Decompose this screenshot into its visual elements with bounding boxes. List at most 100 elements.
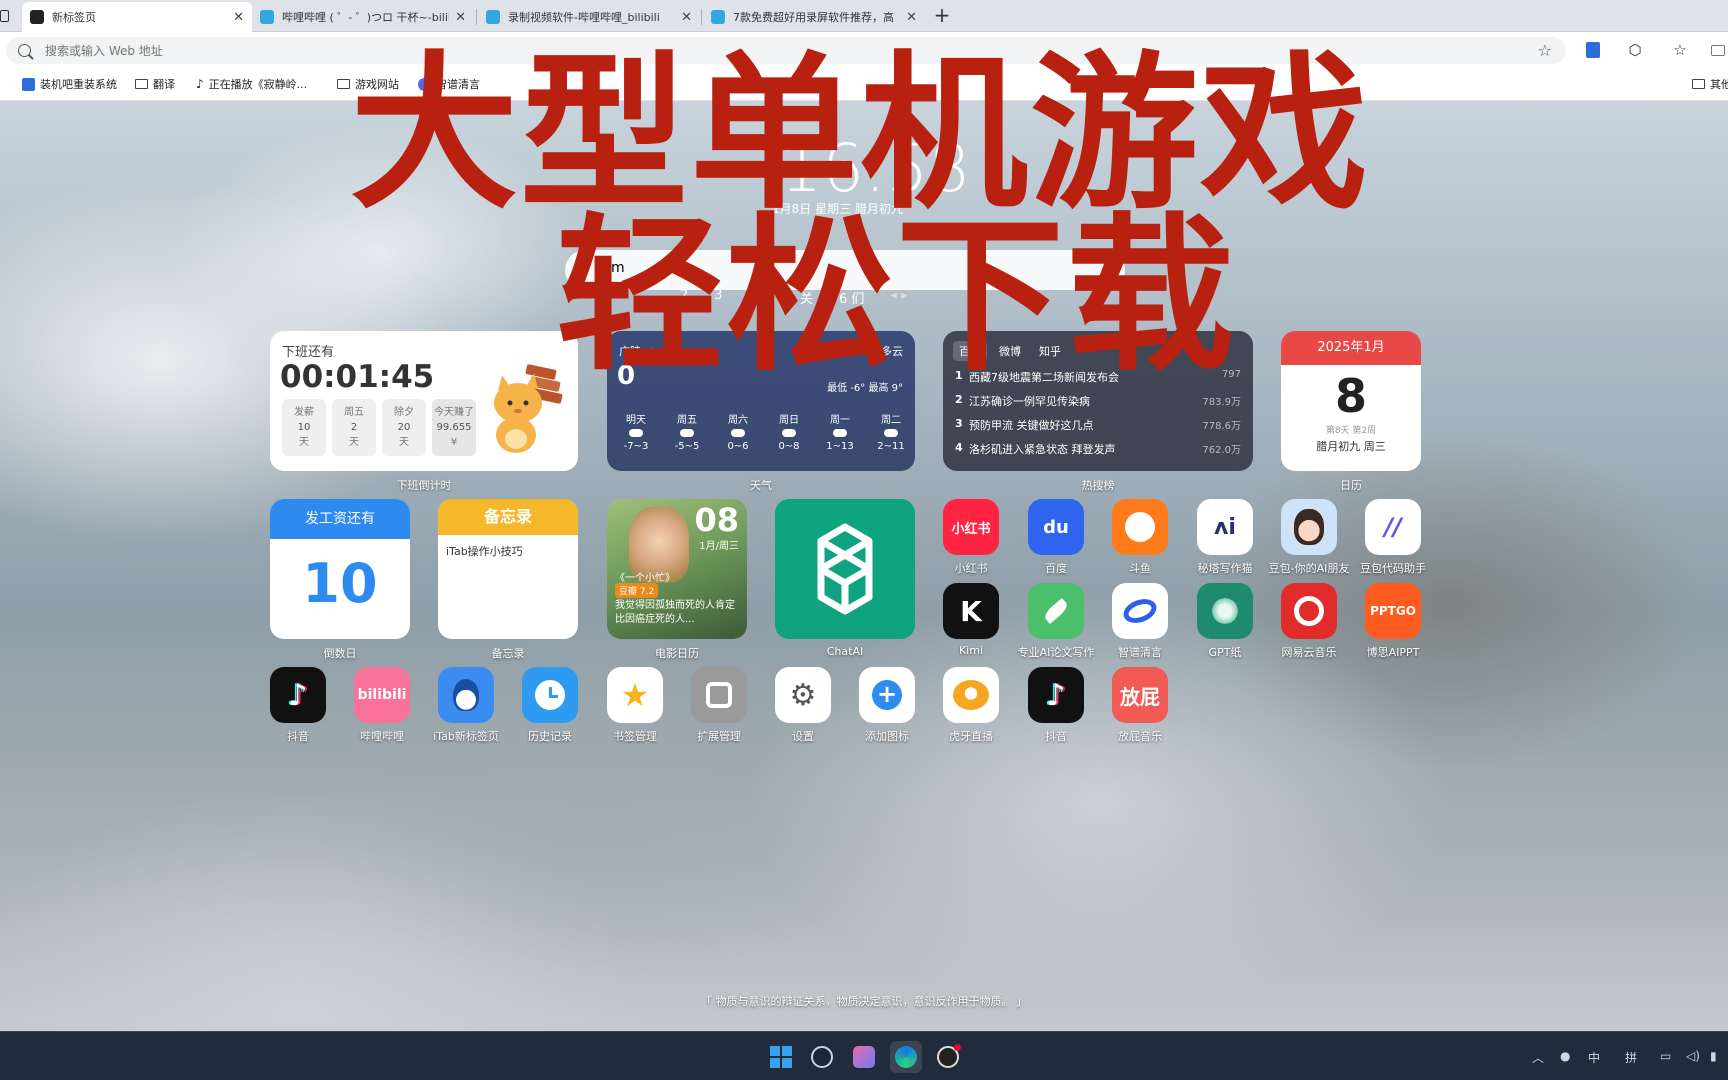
close-icon[interactable]: ✕: [455, 10, 466, 25]
movie-calendar-widget[interactable]: 08 1月/周三 《一个小忙》 豆瓣 7.2 我觉得因孤独而死的人肯定比因癌症死…: [607, 499, 747, 639]
tab-actions-icon[interactable]: [0, 10, 9, 22]
puzzle-icon: [706, 682, 732, 708]
bilibili-icon: bilibili: [357, 687, 407, 703]
forecast-range: 0~8: [778, 441, 800, 452]
forecast-label: 明天: [626, 415, 646, 426]
tab-recorder-list[interactable]: 7款免费超好用录屏软件推荐，高 ✕: [703, 2, 925, 32]
tab-new-tab[interactable]: 新标签页 ✕: [22, 2, 252, 32]
add-icon-button[interactable]: +: [859, 667, 915, 723]
edge-browser-icon[interactable]: [890, 1041, 922, 1073]
tray-battery-icon[interactable]: ▮: [1710, 1049, 1717, 1063]
steam-icon[interactable]: [806, 1041, 838, 1073]
tab-bilibili-home[interactable]: 哔哩哔哩 ( ゜- ゜)つロ 干杯~-bilibili ✕: [252, 2, 474, 32]
app-label: 博思AIPPT: [1366, 646, 1420, 659]
mita-icon: ʌi: [1214, 514, 1236, 540]
offwork-item: 除夕 20 天: [382, 399, 426, 456]
app-settings[interactable]: ⚙: [775, 667, 831, 723]
folder-icon: [337, 79, 350, 89]
close-icon[interactable]: ✕: [906, 10, 917, 25]
plus-icon: +: [872, 680, 902, 710]
offwork-item-unit: ¥: [450, 437, 458, 448]
extensions-icon[interactable]: ⬡: [1625, 40, 1645, 60]
game-app-icon[interactable]: [848, 1041, 880, 1073]
hot-row[interactable]: 2 江苏确诊一例罕见传染病 783.9万: [955, 393, 1241, 409]
overlay-title-line1: 大型单机游戏: [350, 36, 1370, 232]
hot-row[interactable]: 3 预防甲流 关键做好这几点 778.6万: [955, 417, 1241, 433]
favorite-star-icon[interactable]: ☆: [1538, 41, 1552, 60]
new-tab-button[interactable]: +: [930, 4, 954, 28]
app-bilibili[interactable]: bilibili: [354, 667, 410, 723]
app-kimi[interactable]: K: [943, 583, 999, 639]
countdown-caption: 倒数日: [323, 647, 357, 660]
memo-widget[interactable]: 备忘录 iTab操作小技巧: [438, 499, 578, 639]
tray-ime[interactable]: 中: [1588, 1049, 1600, 1066]
overlay-title-line2: 轻松下载: [556, 198, 1236, 394]
windows-start-icon[interactable]: [765, 1041, 797, 1073]
app-fangpi-music[interactable]: 放屁: [1112, 667, 1168, 723]
app-ai-paper[interactable]: [1028, 583, 1084, 639]
cloud-icon: [680, 429, 694, 437]
app-pptgo[interactable]: PPTGO: [1365, 583, 1421, 639]
app-label: 放屁音乐: [1118, 730, 1162, 743]
app-xiaohongshu[interactable]: 小红书: [943, 499, 999, 555]
app-label: 添加图标: [865, 730, 909, 743]
cloud-icon: [782, 429, 796, 437]
forecast-range: 0~6: [727, 441, 749, 452]
app-extensions[interactable]: [691, 667, 747, 723]
bookmark-item[interactable]: 装机吧重装系统: [22, 76, 117, 92]
app-douyin[interactable]: ♪: [270, 667, 326, 723]
app-history[interactable]: [522, 667, 578, 723]
app-zhipu[interactable]: [1112, 583, 1168, 639]
app-label: 抖音: [287, 730, 309, 743]
app-bookmarks[interactable]: ★: [607, 667, 663, 723]
cloud-icon: [884, 429, 898, 437]
calendar-widget[interactable]: 2025年1月 8 第8天 第2周 腊月初九 周三: [1281, 331, 1421, 471]
tray-volume-icon[interactable]: ◁): [1686, 1049, 1700, 1063]
taskbar: ︿ ● 中 拼 ▭ ◁) ▮: [0, 1031, 1728, 1080]
obs-icon[interactable]: [932, 1041, 964, 1073]
kimi-icon: K: [960, 594, 982, 628]
tray-chevron-icon[interactable]: ︿: [1532, 1049, 1544, 1066]
app-itab[interactable]: [438, 667, 494, 723]
tray-mic-icon[interactable]: ●: [1560, 1049, 1570, 1063]
app-label: 豆包代码助手: [1360, 562, 1426, 575]
tab-bilibili-record[interactable]: 录制视频软件-哔哩哔哩_bilibili ✕: [478, 2, 700, 32]
calendar-sub: 第8天 第2周: [1325, 426, 1377, 436]
forecast-range: -5~5: [674, 441, 700, 452]
openai-logo-icon: [817, 523, 873, 615]
app-douyin-2[interactable]: ♪: [1028, 667, 1084, 723]
forecast-label: 周二: [881, 415, 901, 426]
offwork-item-unit: 天: [399, 437, 409, 448]
bookmark-folder[interactable]: 翻译: [135, 76, 175, 92]
offwork-item-num: 20: [397, 422, 411, 433]
hot-title: 洛杉矶进入紧急状态 拜登发声: [969, 443, 1116, 456]
app-douyu[interactable]: [1112, 499, 1168, 555]
profile-icon[interactable]: [1583, 40, 1603, 60]
app-baidu[interactable]: du: [1028, 499, 1084, 555]
tray-network-icon[interactable]: ▭: [1660, 1049, 1671, 1063]
bookmark-item[interactable]: ♪ 正在播放《寂静岭...: [196, 76, 307, 92]
app-netease-music[interactable]: [1281, 583, 1337, 639]
offwork-widget[interactable]: 下班还有 00:01:45 发薪 10 天 周五 2 天 除夕 20 天 今天赚…: [270, 331, 578, 471]
zhipu-ring-icon: [1120, 594, 1160, 628]
tray-pinyin[interactable]: 拼: [1625, 1049, 1637, 1066]
itab-icon: [30, 10, 44, 24]
favorites-icon[interactable]: ☆: [1670, 40, 1690, 60]
close-icon[interactable]: ✕: [233, 10, 244, 25]
countdown-widget[interactable]: 发工资还有 10: [270, 499, 410, 639]
app-gpt-paper[interactable]: [1197, 583, 1253, 639]
hot-row[interactable]: 4 洛杉矶进入紧急状态 拜登发声 762.0万: [955, 441, 1241, 457]
app-doubao[interactable]: [1281, 499, 1337, 555]
offwork-item: 发薪 10 天: [282, 399, 326, 456]
app-huya[interactable]: [943, 667, 999, 723]
chatai-widget[interactable]: [775, 499, 915, 639]
app-label: 百度: [1045, 562, 1067, 575]
app-doubao-code[interactable]: //: [1365, 499, 1421, 555]
bookmark-folder-other[interactable]: 其他: [1692, 76, 1728, 92]
tab-separator: [476, 9, 477, 25]
offwork-item-num: 2: [350, 422, 358, 433]
app-mita[interactable]: ʌi: [1197, 499, 1253, 555]
hot-title: 预防甲流 关键做好这几点: [969, 419, 1094, 432]
close-icon[interactable]: ✕: [681, 10, 692, 25]
collections-icon[interactable]: [1708, 40, 1728, 60]
